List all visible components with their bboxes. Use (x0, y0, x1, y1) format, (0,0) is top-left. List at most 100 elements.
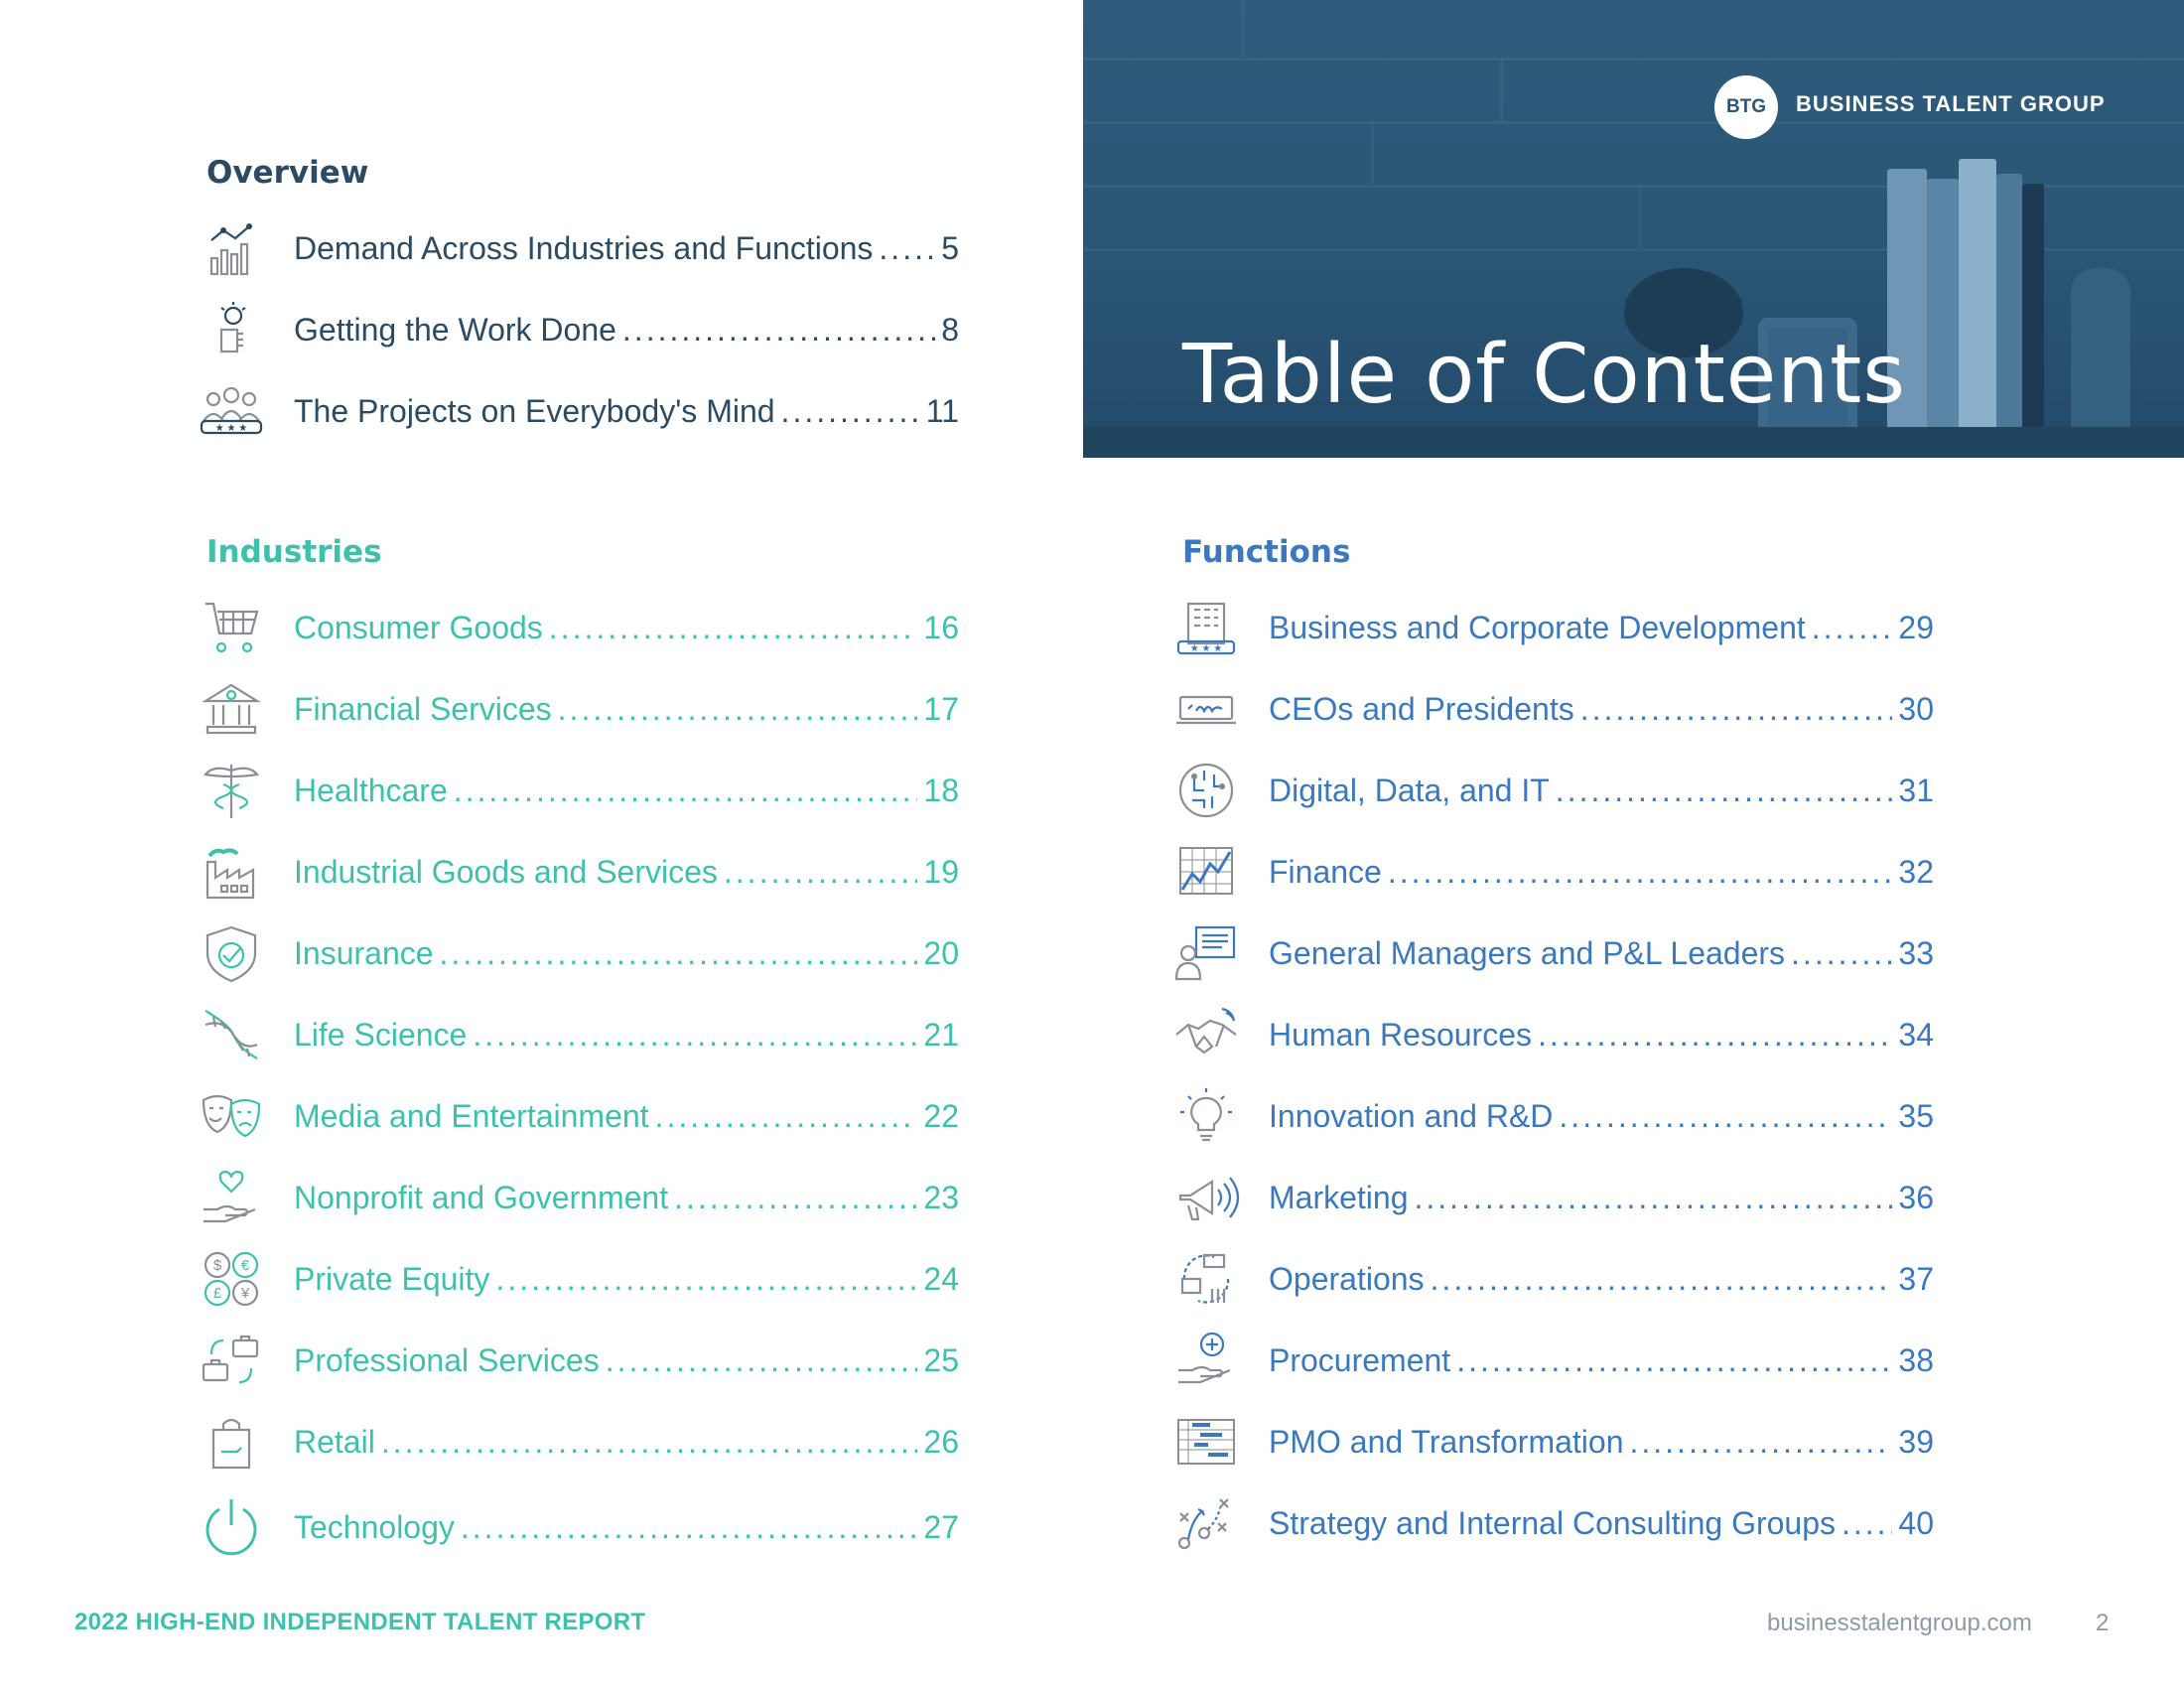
toc-entry-business-development[interactable]: ★ ★ ★ Business and Corporate Development… (1176, 596, 1934, 659)
svg-text:¥: ¥ (240, 1285, 250, 1302)
toc-page-number: 37 (1898, 1260, 1934, 1297)
website-link[interactable]: businesstalentgroup.com (1767, 1610, 2032, 1637)
gantt-chart-icon (1169, 1410, 1243, 1474)
leader-dots (1415, 1180, 1893, 1216)
toc-entry-digital-data-it[interactable]: Digital, Data, and IT 31 (1178, 759, 1934, 822)
toc-entry-general-managers[interactable]: General Managers and P&L Leaders 33 (1174, 921, 1934, 985)
brand-name: BUSINESS TALENT GROUP (1796, 91, 2106, 116)
toc-entry-life-science[interactable]: Life Science 21 (205, 1003, 959, 1066)
toc-label: Innovation and R&D (1269, 1097, 1554, 1134)
leader-dots (781, 393, 920, 430)
toc-label: Professional Services (294, 1341, 600, 1378)
toc-page-number: 17 (923, 690, 959, 727)
toc-label: Nonprofit and Government (294, 1179, 669, 1215)
functions-heading: Functions (1182, 534, 1351, 570)
toc-label: The Projects on Everybody's Mind (294, 392, 775, 429)
toc-label: Strategy and Internal Consulting Groups (1269, 1504, 1836, 1541)
toc-entry-financial-services[interactable]: Financial Services 17 (202, 677, 959, 741)
toc-page-number: 11 (925, 392, 959, 429)
leader-dots (549, 610, 918, 646)
toc-entry-insurance[interactable]: Insurance 20 (205, 921, 959, 985)
book-decor (1959, 159, 1996, 437)
toc-entry-industrial-goods[interactable]: Industrial Goods and Services 19 (205, 840, 959, 904)
wall-texture (1083, 58, 2184, 61)
leader-dots (1556, 773, 1893, 809)
toc-entry-getting-work-done[interactable]: Getting the Work Done 8 (219, 298, 959, 361)
toc-entry-innovation[interactable]: Innovation and R&D 35 (1180, 1084, 1934, 1148)
presenter-board-icon (1169, 921, 1243, 985)
hand-heart-icon (195, 1166, 268, 1229)
toc-page-number: 31 (1898, 772, 1934, 808)
svg-text:£: £ (213, 1285, 222, 1302)
svg-text:$: $ (213, 1257, 222, 1274)
toc-entry-demand[interactable]: Demand Across Industries and Functions 5 (209, 216, 959, 280)
toc-entry-marketing[interactable]: Marketing 36 (1178, 1166, 1934, 1229)
toc-label: Marketing (1269, 1179, 1409, 1215)
toc-entry-procurement[interactable]: Procurement 38 (1178, 1329, 1934, 1392)
toc-label: Healthcare (294, 772, 448, 808)
hand-lightbulb-icon (195, 298, 268, 361)
toc-entry-pmo[interactable]: PMO and Transformation 39 (1177, 1410, 1934, 1474)
toc-entry-finance[interactable]: Finance 32 (1179, 840, 1934, 904)
toc-label: PMO and Transformation (1269, 1423, 1624, 1460)
toc-page-number: 16 (923, 609, 959, 645)
leader-dots (381, 1424, 918, 1461)
toc-entry-private-equity[interactable]: $ € £ ¥ Private Equity 24 (204, 1247, 959, 1311)
toc-entry-human-resources[interactable]: Human Resources 34 (1175, 1003, 1934, 1066)
leader-dots (495, 1261, 917, 1298)
toc-page-number: 35 (1898, 1097, 1934, 1134)
toc-entry-ceos[interactable]: CEOs and Presidents 30 (1176, 677, 1934, 741)
factory-icon (195, 840, 268, 904)
strategy-play-icon (1169, 1491, 1243, 1555)
toc-label: Media and Entertainment (294, 1097, 649, 1134)
toc-entry-nonprofit[interactable]: Nonprofit and Government 23 (204, 1166, 959, 1229)
toc-page-number: 34 (1898, 1016, 1934, 1053)
building-stars-icon: ★ ★ ★ (1169, 596, 1243, 659)
currencies-icon: $ € £ ¥ (195, 1247, 268, 1311)
bank-icon (195, 677, 268, 741)
wall-texture (1639, 185, 1642, 248)
toc-label: Consumer Goods (294, 609, 543, 645)
toc-entry-professional-services[interactable]: Professional Services 25 (202, 1329, 959, 1392)
page-number: 2 (2096, 1610, 2110, 1636)
leader-dots (606, 1342, 918, 1379)
wall-texture (1242, 0, 1245, 58)
line-chart-icon (1169, 840, 1243, 904)
leader-dots (461, 1509, 918, 1546)
btg-logo: BTG (1714, 75, 1778, 139)
toc-label: Procurement (1269, 1341, 1451, 1378)
svg-text:€: € (241, 1257, 250, 1274)
toc-entry-retail[interactable]: Retail 26 (211, 1410, 959, 1474)
power-icon (195, 1495, 268, 1559)
toc-entry-strategy[interactable]: Strategy and Internal Consulting Groups … (1177, 1491, 1934, 1555)
overview-heading: Overview (206, 155, 369, 191)
toc-entry-healthcare[interactable]: Healthcare 18 (203, 759, 959, 822)
toc-page-number: 20 (923, 934, 959, 971)
toc-entry-consumer-goods[interactable]: Consumer Goods 16 (205, 596, 959, 659)
shield-check-icon (195, 921, 268, 985)
leader-dots (473, 1017, 917, 1054)
toc-label: Finance (1269, 853, 1382, 890)
wall-texture (1083, 121, 2184, 124)
toc-entry-projects[interactable]: ★ ★ ★ The Projects on Everybody's Mind 1… (200, 379, 959, 443)
shopping-cart-icon (195, 596, 268, 659)
toc-label: CEOs and Presidents (1269, 690, 1574, 727)
toc-label: Financial Services (294, 690, 552, 727)
toc-label: Demand Across Industries and Functions (294, 229, 874, 266)
toc-entry-media[interactable]: Media and Entertainment 22 (202, 1084, 959, 1148)
caduceus-icon (195, 759, 268, 822)
leader-dots (1431, 1261, 1893, 1298)
leader-dots (724, 854, 918, 891)
toc-entry-operations[interactable]: Operations 37 (1180, 1247, 1934, 1311)
leader-dots (440, 935, 918, 972)
handshake-icon (1169, 1003, 1243, 1066)
toc-entry-technology[interactable]: Technology 27 (205, 1495, 959, 1559)
toc-page-number: 32 (1898, 853, 1934, 890)
theater-masks-icon (195, 1084, 268, 1148)
industries-heading: Industries (206, 534, 382, 570)
toc-page-number: 25 (923, 1341, 959, 1378)
toc-label: Digital, Data, and IT (1269, 772, 1550, 808)
lightbulb-icon (1169, 1084, 1243, 1148)
toc-label: General Managers and P&L Leaders (1269, 934, 1786, 971)
toc-label: Private Equity (294, 1260, 490, 1297)
